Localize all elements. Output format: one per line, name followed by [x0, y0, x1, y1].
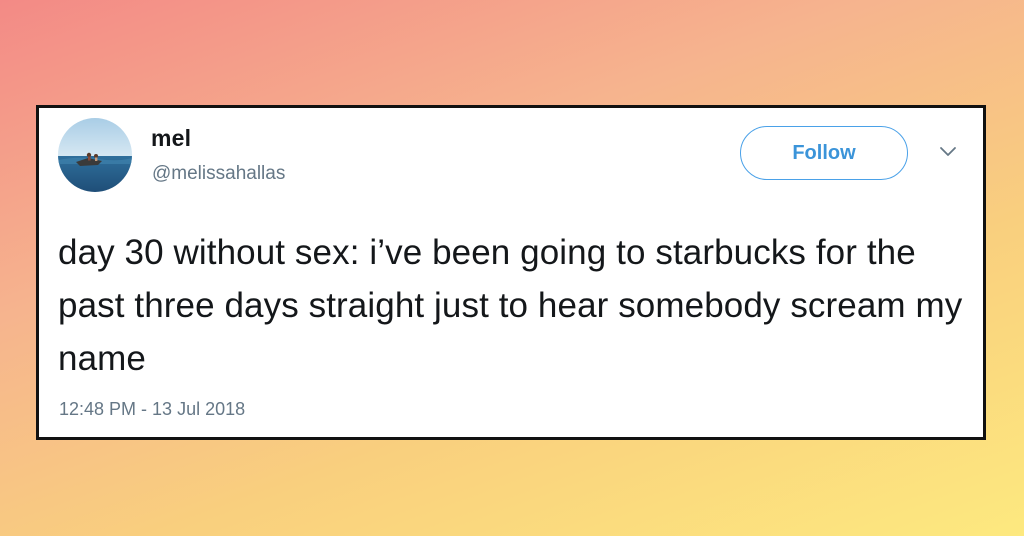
avatar[interactable] [58, 118, 132, 192]
tweet-card: mel @melissahallas Follow day 30 without… [36, 105, 986, 440]
tweet-text: day 30 without sex: i’ve been going to s… [58, 233, 963, 378]
chevron-down-icon[interactable] [939, 144, 957, 160]
display-name[interactable]: mel [151, 125, 191, 152]
tweet-timestamp[interactable]: 12:48 PM - 13 Jul 2018 [59, 399, 245, 420]
avatar-image [58, 118, 132, 192]
user-handle[interactable]: @melissahallas [152, 163, 285, 185]
follow-button[interactable]: Follow [740, 126, 908, 180]
